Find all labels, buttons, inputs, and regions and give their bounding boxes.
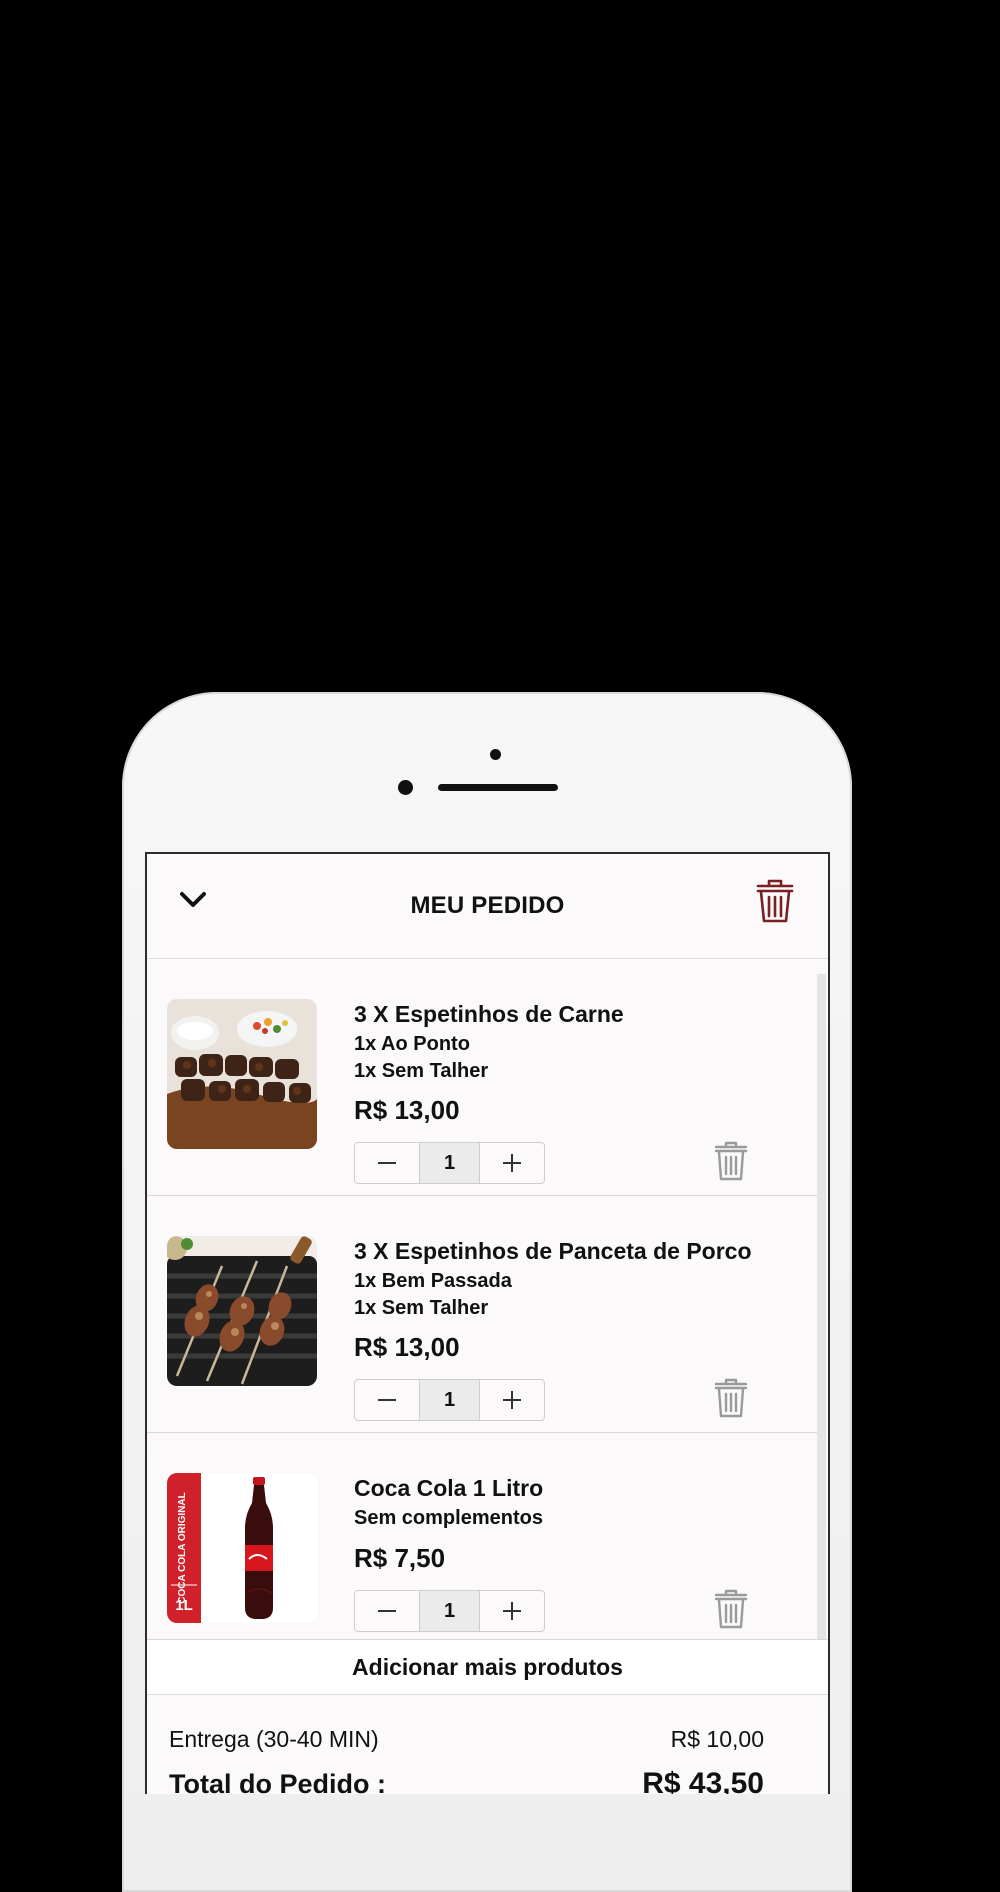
item-price: R$ 13,00 [354,1332,460,1362]
plus-icon [503,1391,521,1409]
increase-button[interactable] [480,1380,544,1420]
total-value: R$ 43,50 [642,1767,764,1794]
item-image-coca-cola: COCA COLA ORIGINAL 1L [167,1473,317,1623]
quantity-stepper: 1 [354,1590,545,1632]
list-item: COCA COLA ORIGINAL 1L Coca Cola 1 Litro … [147,1433,817,1639]
add-more-products-button[interactable]: Adicionar mais produtos [147,1639,828,1695]
decrease-button[interactable] [355,1380,419,1420]
item-option: 1x Sem Talher [354,1297,489,1319]
quantity-stepper: 1 [354,1142,545,1184]
bottle-size-text: 1L [175,1597,193,1614]
decrease-button[interactable] [355,1591,419,1631]
item-name: 3 X Espetinhos de Carne [354,1001,624,1027]
decrease-button[interactable] [355,1143,419,1183]
phone-sensor [490,749,501,760]
app-screen: MEU PEDIDO 3 X Espetinhos de Carne 1x Ao… [145,852,830,1794]
delivery-label: Entrega (30-40 MIN) [169,1726,379,1752]
item-option: Sem complementos [354,1507,543,1529]
remove-item-trash-icon[interactable] [713,1377,749,1419]
bottle-side-text: COCA COLA ORIGINAL [177,1492,188,1603]
item-image-beef-skewers [167,999,317,1149]
remove-item-trash-icon[interactable] [713,1140,749,1182]
quantity-value: 1 [419,1380,480,1420]
phone-speaker [438,784,558,791]
minus-icon [378,1610,396,1612]
item-option: 1x Sem Talher [354,1060,489,1082]
quantity-stepper: 1 [354,1379,545,1421]
page-title: MEU PEDIDO [410,892,565,919]
list-item: 3 X Espetinhos de Carne 1x Ao Ponto 1x S… [147,959,817,1196]
clear-order-trash-icon[interactable] [755,878,795,924]
remove-item-trash-icon[interactable] [713,1588,749,1630]
item-price: R$ 7,50 [354,1543,446,1573]
header: MEU PEDIDO [147,854,828,959]
item-option: 1x Ao Ponto [354,1033,470,1055]
front-camera [398,780,413,795]
increase-button[interactable] [480,1591,544,1631]
order-items-list[interactable]: 3 X Espetinhos de Carne 1x Ao Ponto 1x S… [147,959,828,1639]
minus-icon [378,1399,396,1401]
item-image-pork-skewers [167,1236,317,1386]
item-name: Coca Cola 1 Litro [354,1475,544,1501]
item-price: R$ 13,00 [354,1095,460,1125]
list-scrollbar[interactable] [817,974,826,1639]
plus-icon [503,1154,521,1172]
plus-icon [503,1602,521,1620]
increase-button[interactable] [480,1143,544,1183]
total-label: Total do Pedido : [169,1769,386,1794]
minus-icon [378,1162,396,1164]
quantity-value: 1 [419,1591,480,1631]
item-name: 3 X Espetinhos de Panceta de Porco [354,1238,752,1264]
list-item: 3 X Espetinhos de Panceta de Porco 1x Be… [147,1196,817,1433]
delivery-value: R$ 10,00 [670,1726,764,1752]
quantity-value: 1 [419,1143,480,1183]
item-option: 1x Bem Passada [354,1270,512,1292]
